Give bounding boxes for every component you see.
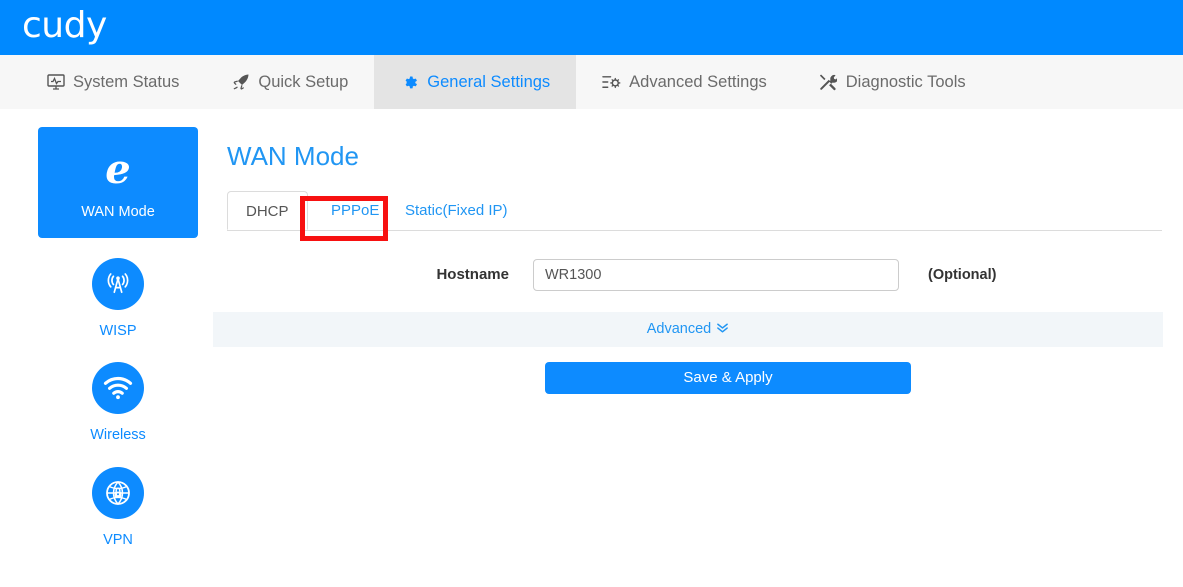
nav-label: System Status <box>73 72 180 91</box>
main-content: WAN Mode DHCP PPPoE Static(Fixed IP) Hos… <box>213 110 1183 394</box>
nav-label: General Settings <box>427 72 551 91</box>
nav-label: Advanced Settings <box>629 72 767 91</box>
primary-navbar: System Status Quick Setup General Settin… <box>0 55 1183 110</box>
sidebar: e WAN Mode WISP Wireless VPN <box>0 110 213 557</box>
advanced-toggle[interactable]: Advanced <box>213 311 1163 347</box>
hostname-optional-hint: (Optional) <box>928 266 997 283</box>
browser-e-icon: e <box>105 146 131 193</box>
brand-header: cudy <box>0 0 1183 55</box>
gear-icon <box>400 73 419 92</box>
sidebar-item-label: VPN <box>103 531 133 548</box>
advanced-label: Advanced <box>646 321 712 338</box>
sidebar-item-label: WAN Mode <box>81 204 155 220</box>
globe-lock-icon <box>92 466 144 519</box>
tab-pppoe[interactable]: PPPoE <box>313 191 397 230</box>
wrench-screwdriver-icon <box>819 73 838 92</box>
hostname-input[interactable] <box>533 258 899 291</box>
sidebar-item-wireless[interactable]: Wireless <box>38 348 198 453</box>
wifi-icon <box>92 362 144 414</box>
antenna-icon <box>92 257 144 310</box>
cudy-logo[interactable]: cudy <box>22 7 107 44</box>
rocket-icon <box>231 73 250 92</box>
page-title: WAN Mode <box>227 141 359 171</box>
advanced-toggle-inner: Advanced <box>647 321 730 338</box>
monitor-pulse-icon <box>46 73 65 92</box>
tab-static-fixed-ip[interactable]: Static(Fixed IP) <box>387 191 526 230</box>
tab-dhcp[interactable]: DHCP <box>227 190 308 230</box>
nav-item-diagnostic-tools[interactable]: Diagnostic Tools <box>793 55 992 109</box>
sidebar-item-wan-mode[interactable]: e WAN Mode <box>38 127 198 238</box>
action-row: Save & Apply <box>213 361 1183 394</box>
button-spacer <box>227 362 545 394</box>
sidebar-item-vpn[interactable]: VPN <box>38 453 198 558</box>
nav-item-general-settings[interactable]: General Settings <box>374 55 577 109</box>
hostname-label: Hostname <box>436 266 509 284</box>
hostname-row: Hostname (Optional) <box>213 258 1183 291</box>
save-and-apply-button[interactable]: Save & Apply <box>545 361 911 394</box>
nav-item-system-status[interactable]: System Status <box>0 55 205 109</box>
sliders-gear-icon <box>602 73 621 92</box>
nav-item-advanced-settings[interactable]: Advanced Settings <box>576 55 793 109</box>
nav-item-quick-setup[interactable]: Quick Setup <box>205 55 374 109</box>
wan-mode-tabs: DHCP PPPoE Static(Fixed IP) <box>227 190 1162 241</box>
nav-label: Quick Setup <box>258 72 349 91</box>
nav-label: Diagnostic Tools <box>845 72 966 91</box>
sidebar-item-label: WISP <box>99 322 137 339</box>
sidebar-item-wisp[interactable]: WISP <box>38 244 198 349</box>
sidebar-item-label: Wireless <box>90 427 146 443</box>
page-body: e WAN Mode WISP Wireless VPN WAN Mode DH… <box>0 110 1183 587</box>
chevron-double-down-icon <box>716 321 729 338</box>
